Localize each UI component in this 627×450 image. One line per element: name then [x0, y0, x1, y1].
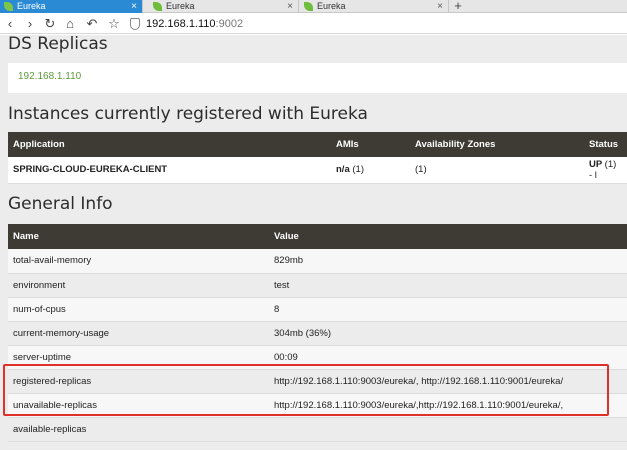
undo-icon[interactable]: ↶ [84, 16, 100, 32]
back-icon[interactable]: ‹ [2, 16, 18, 32]
url-port: :9002 [215, 18, 244, 30]
table-row: environment test [8, 273, 627, 298]
reload-icon[interactable]: ↻ [42, 16, 58, 32]
row-value: 304mb (36%) [269, 321, 627, 346]
cell-status: UP (1) - l [584, 157, 627, 184]
spring-leaf-icon [153, 2, 162, 11]
star-icon[interactable]: ☆ [106, 16, 122, 32]
tab-label: Eureka [166, 1, 195, 11]
instances-table: Application AMIs Availability Zones Stat… [8, 132, 627, 184]
status-value: UP [589, 158, 603, 170]
close-icon[interactable]: × [131, 0, 137, 13]
table-row: num-of-cpus 8 [8, 297, 627, 322]
col-availability-zones: Availability Zones [410, 132, 584, 157]
table-row: current-memory-usage 304mb (36%) [8, 321, 627, 346]
close-icon[interactable]: × [437, 0, 443, 13]
tab-label: Eureka [17, 1, 46, 11]
url-host: 192.168.1.110 [146, 18, 216, 30]
row-value: test [269, 273, 627, 298]
ds-replicas-heading: DS Replicas [8, 34, 108, 54]
cell-amis: n/a (1) [331, 157, 410, 184]
tab-eureka-3[interactable]: Eureka × [300, 0, 449, 13]
row-value [269, 417, 627, 442]
instances-heading: Instances currently registered with Eure… [8, 104, 368, 124]
tab-label: Eureka [317, 1, 346, 11]
col-application: Application [8, 132, 331, 157]
row-value: 8 [269, 297, 627, 322]
col-name: Name [8, 224, 269, 249]
row-name: available-replicas [8, 417, 269, 442]
close-icon[interactable]: × [287, 0, 293, 13]
row-name: num-of-cpus [8, 297, 269, 322]
tab-strip: Eureka × Eureka × Eureka × + [0, 0, 627, 13]
tab-eureka-2[interactable]: Eureka × [149, 0, 299, 13]
cell-application: SPRING-CLOUD-EUREKA-CLIENT [8, 157, 331, 184]
replica-list: 192.168.1.110 [8, 63, 627, 93]
row-value: 829mb [269, 249, 627, 274]
col-value: Value [269, 224, 627, 249]
col-amis: AMIs [331, 132, 410, 157]
cell-zones: (1) [410, 157, 584, 184]
home-icon[interactable]: ⌂ [62, 16, 78, 32]
page-content: DS Replicas 192.168.1.110 Instances curr… [0, 34, 627, 450]
table-row: total-avail-memory 829mb [8, 249, 627, 274]
tab-eureka-1[interactable]: Eureka × [0, 0, 143, 13]
new-tab-button[interactable]: + [450, 0, 466, 12]
nav-bar: ‹ › ↻ ⌂ ↶ ☆ 192.168.1.110:9002 [0, 14, 627, 34]
address-bar[interactable]: 192.168.1.110:9002 [146, 17, 243, 31]
table-row: SPRING-CLOUD-EUREKA-CLIENT n/a (1) (1) U… [8, 157, 627, 184]
row-name: total-avail-memory [8, 249, 269, 274]
col-status: Status [584, 132, 627, 157]
replica-link[interactable]: 192.168.1.110 [18, 71, 81, 82]
table-row: available-replicas [8, 417, 627, 442]
spring-leaf-icon [4, 2, 13, 11]
forward-icon[interactable]: › [22, 16, 38, 32]
spring-leaf-icon [304, 2, 313, 11]
replicas-highlight-box [3, 364, 609, 416]
shield-icon [130, 18, 140, 30]
amis-count: (1) [352, 164, 364, 176]
row-name: current-memory-usage [8, 321, 269, 346]
general-info-heading: General Info [8, 194, 113, 214]
amis-value: n/a [336, 164, 350, 176]
row-name: environment [8, 273, 269, 298]
